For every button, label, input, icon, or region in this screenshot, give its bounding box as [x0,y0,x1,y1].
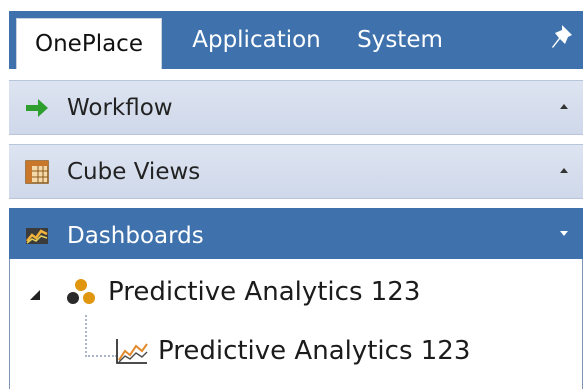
panel-dashboards[interactable]: Dashboards [9,208,583,263]
panel-workflow-label: Workflow [67,94,173,121]
group-dots-icon [67,279,95,304]
panel-dashboards-label: Dashboards [67,222,204,249]
tree-node-group[interactable]: Predictive Analytics 123 [64,276,420,308]
grid-icon [25,160,49,184]
chart-icon [26,228,48,244]
collapse-arrow-icon[interactable] [557,99,571,113]
tree-node-dashboard[interactable]: Predictive Analytics 123 [114,336,470,366]
pin-icon[interactable] [547,22,577,56]
panel-cube-views[interactable]: Cube Views [9,144,583,199]
collapse-arrow-icon[interactable] [557,163,571,177]
green-arrow-icon [26,99,48,117]
tab-application[interactable]: Application [179,11,334,69]
panel-workflow[interactable]: Workflow [9,80,583,135]
dashboard-tree: Predictive Analytics 123 Predictive Anal… [9,259,583,389]
tree-node-dashboard-label: Predictive Analytics 123 [158,336,471,366]
tab-oneplace[interactable]: OnePlace [16,18,162,69]
tab-system[interactable]: System [349,11,451,69]
panel-cube-views-label: Cube Views [67,158,201,185]
expand-arrow-icon[interactable] [557,226,571,240]
line-chart-icon [116,339,148,364]
tab-bar: OnePlace Application System [9,11,583,69]
tree-node-group-label: Predictive Analytics 123 [108,277,421,307]
tree-connector [85,315,117,357]
tree-expand-icon[interactable] [27,287,43,303]
